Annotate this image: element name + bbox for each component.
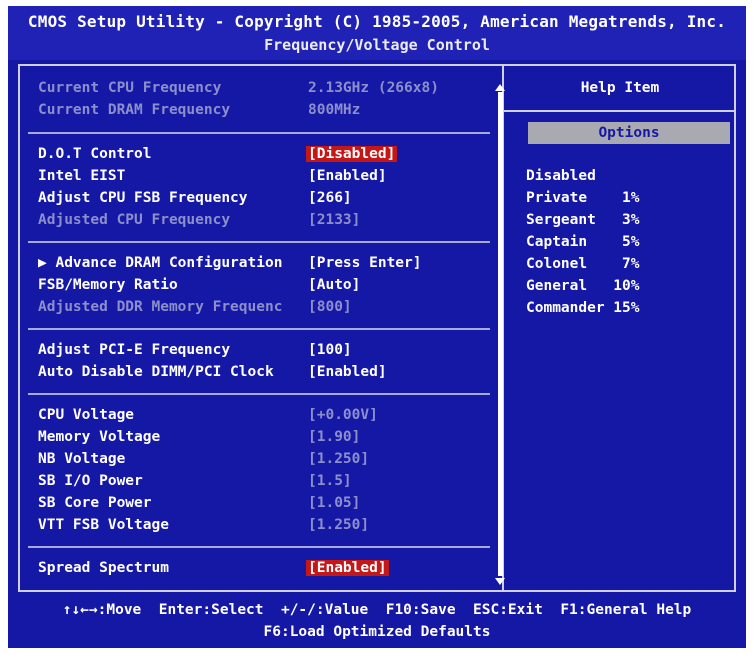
adjust-pcie-frequency-label[interactable]: Adjust PCI-E Frequency [38,342,230,358]
cpu-voltage-label[interactable]: CPU Voltage [38,407,134,423]
memory-voltage-value[interactable]: [1.90] [308,429,360,445]
dot-control-value[interactable]: [Disabled] [306,146,398,162]
scrollbar[interactable] [498,92,503,576]
help-option: Colonel 7% [526,256,640,272]
dot-control-label[interactable]: D.O.T Control [38,146,152,162]
bios-screen: CMOS Setup Utility - Copyright (C) 1985-… [8,6,746,648]
current-dram-frequency-label: Current DRAM Frequency [38,102,231,118]
adjust-pcie-frequency-value[interactable]: [100] [308,342,352,358]
adjust-cpu-fsb-value[interactable]: [266] [308,190,352,206]
adjust-cpu-fsb-label[interactable]: Adjust CPU FSB Frequency [38,190,248,206]
intel-eist-value[interactable]: [Enabled] [308,168,387,184]
fsb-memory-ratio-label[interactable]: FSB/Memory Ratio [38,277,178,293]
separator [28,132,490,134]
spread-spectrum-value[interactable]: [Enabled] [306,560,389,576]
auto-disable-dimm-pci-clock-value[interactable]: [Enabled] [308,364,387,380]
advance-dram-configuration-label[interactable]: ▶ Advance DRAM Configuration [38,255,282,271]
title-bar: CMOS Setup Utility - Copyright (C) 1985-… [8,6,746,60]
help-option: Disabled [526,168,596,184]
scroll-down-arrow-icon[interactable] [495,578,505,585]
adjusted-ddr-memory-frequency-value: [800] [308,299,352,315]
separator [28,546,490,548]
options-header: Options [528,122,730,144]
current-cpu-frequency-value: 2.13GHz (266x8) [308,80,439,96]
sb-core-power-value[interactable]: [1.05] [308,495,360,511]
separator [28,328,490,330]
help-option: Sergeant 3% [526,212,640,228]
current-cpu-frequency-label: Current CPU Frequency [38,80,222,96]
sb-io-power-value[interactable]: [1.5] [308,473,352,489]
adjusted-cpu-frequency-value: [2133] [308,212,361,228]
nb-voltage-label[interactable]: NB Voltage [38,451,125,467]
help-item-title: Help Item [580,80,660,96]
dot-control-selected[interactable]: [Disabled] [306,146,398,162]
nb-voltage-value[interactable]: [1.250] [308,451,369,467]
sb-core-power-label[interactable]: SB Core Power [38,495,152,511]
separator [28,241,490,243]
adjusted-ddr-memory-frequency-label: Adjusted DDR Memory Frequenc [38,299,283,315]
vtt-fsb-voltage-value[interactable]: [1.250] [308,517,369,533]
fsb-memory-ratio-value[interactable]: [Auto] [308,277,360,293]
spread-spectrum-selected[interactable]: [Enabled] [306,560,389,576]
help-option: Private 1% [526,190,640,206]
adjusted-cpu-frequency-label: Adjusted CPU Frequency [38,212,231,228]
key-help-line-defaults: F6:Load Optimized Defaults [263,624,491,640]
help-option: Captain 5% [526,234,640,250]
help-option: Commander 15% [526,300,640,316]
key-help-line: ↑↓←→:Move Enter:Select +/-/:Value F10:Sa… [62,602,692,618]
page-title: Frequency/Voltage Control [264,36,490,54]
spread-spectrum-label[interactable]: Spread Spectrum [38,560,169,576]
vtt-fsb-voltage-label[interactable]: VTT FSB Voltage [38,517,169,533]
help-option: General 10% [526,278,640,294]
help-separator [504,110,736,112]
current-dram-frequency-value: 800MHz [308,102,361,118]
memory-voltage-label[interactable]: Memory Voltage [38,429,160,445]
sb-io-power-label[interactable]: SB I/O Power [38,473,143,489]
app-title: CMOS Setup Utility - Copyright (C) 1985-… [27,12,727,31]
advance-dram-configuration-value[interactable]: [Press Enter] [308,255,422,271]
intel-eist-label[interactable]: Intel EIST [38,168,125,184]
cpu-voltage-value[interactable]: [+0.00V] [308,407,378,423]
separator [28,393,490,395]
auto-disable-dimm-pci-clock-label[interactable]: Auto Disable DIMM/PCI Clock [38,364,274,380]
